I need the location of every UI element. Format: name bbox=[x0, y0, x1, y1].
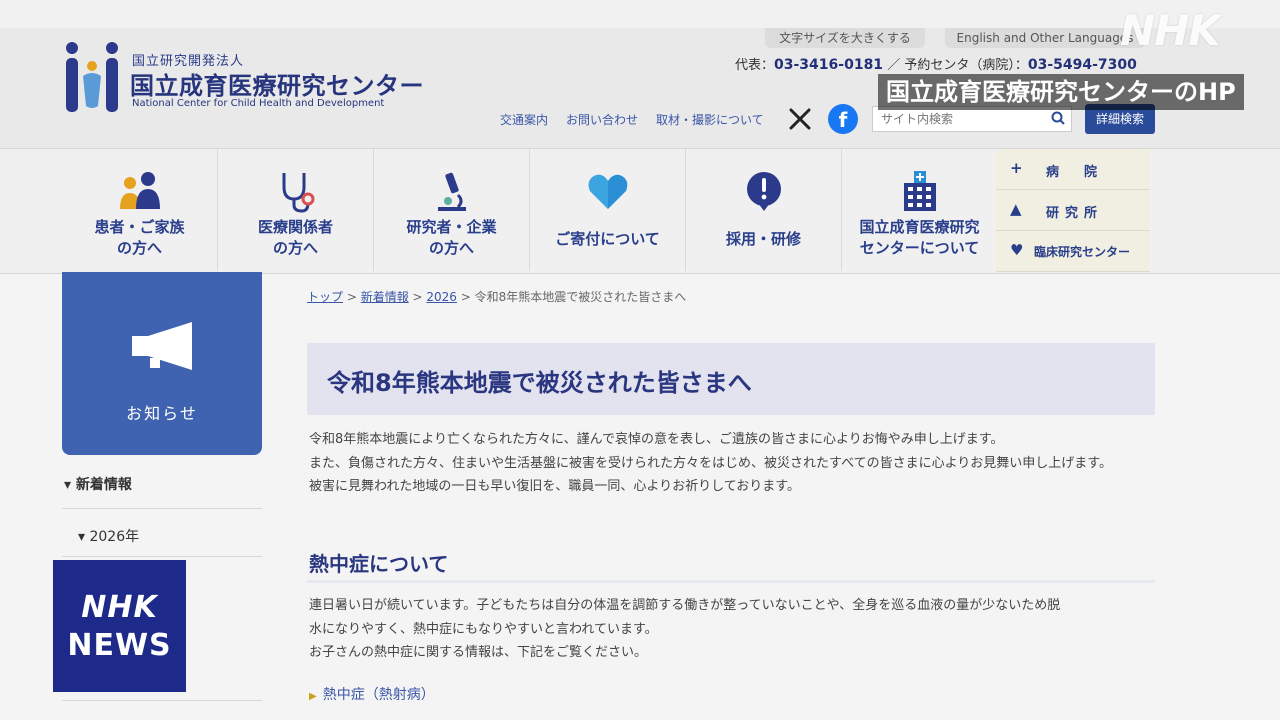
nav-label: 患者・ご家族 の方へ bbox=[94, 218, 185, 257]
nav-about[interactable]: 国立成育医療研究 センターについて bbox=[842, 149, 998, 271]
top-strip bbox=[0, 0, 1280, 28]
org-name: 国立成育医療研究センター bbox=[130, 72, 424, 100]
phone-reserve: 03-5494-7300 bbox=[1027, 57, 1137, 73]
nav-researchers[interactable]: 研究者・企業 の方へ bbox=[374, 149, 530, 271]
press-link[interactable]: 取材・撮影について bbox=[656, 111, 764, 128]
phone-numbers: 代表：03-3416-0181 ／ 予約センタ（病院）：03-5494-7300 bbox=[735, 54, 1137, 73]
nav-label: 研究者・企業 の方へ bbox=[406, 218, 497, 257]
facebook-icon[interactable]: f bbox=[828, 104, 858, 134]
nav-medical[interactable]: 医療関係者 の方へ bbox=[218, 149, 374, 271]
nhk-news-logo: NHK NEWS bbox=[53, 560, 186, 692]
divider bbox=[62, 700, 262, 701]
nav-donation[interactable]: ご寄付について bbox=[530, 149, 686, 271]
hospital-building-icon bbox=[903, 171, 936, 211]
breadcrumb-news[interactable]: 新着情報 bbox=[361, 290, 409, 304]
stethoscope-icon bbox=[282, 173, 314, 213]
nhk-watermark: NHK bbox=[1120, 6, 1221, 55]
section-heading: 熱中症について bbox=[309, 552, 449, 576]
nav-patients[interactable]: 患者・ご家族 の方へ bbox=[62, 149, 218, 271]
plus-icon: + bbox=[1010, 159, 1023, 177]
nav-institute[interactable]: ▲ 研究所 bbox=[996, 190, 1150, 231]
paragraph: 令和8年熊本地震により亡くなられた方々に、謹んで哀悼の意を表し、ご遺族の皆さまに… bbox=[309, 432, 1004, 447]
breadcrumb-year[interactable]: 2026 bbox=[426, 290, 457, 304]
phone-main-label: 代表： bbox=[735, 58, 775, 73]
heatstroke-link[interactable]: ▶ 熱中症（熱射病） bbox=[309, 684, 435, 704]
divider bbox=[62, 556, 262, 557]
breadcrumb-current: 令和8年熊本地震で被災された皆さまへ bbox=[474, 290, 687, 304]
article-body: 令和8年熊本地震により亡くなられた方々に、謹んで哀悼の意を表し、ご遺族の皆さまに… bbox=[309, 428, 1169, 499]
paragraph: 水になりやすく、熱中症にもなりやすいと言われています。 bbox=[309, 621, 658, 637]
notice-label: お知らせ bbox=[126, 404, 198, 423]
paragraph: 連日暑い日が続いています。子どもたちは自分の体温を調節する働きが整っていないこと… bbox=[309, 598, 1061, 613]
contact-link[interactable]: お問い合わせ bbox=[566, 111, 638, 128]
org-name-en: National Center for Child Health and Dev… bbox=[132, 98, 385, 109]
heart-small-icon: ♥ bbox=[1010, 241, 1024, 259]
heat-body: 連日暑い日が続いています。子どもたちは自分の体温を調節する働きが整っていないこと… bbox=[309, 594, 1169, 665]
triangle-icon: ▲ bbox=[1010, 200, 1022, 218]
nav-hospital[interactable]: + 病 院 bbox=[996, 149, 1150, 190]
megaphone-icon bbox=[132, 322, 192, 370]
tv-caption: 国立成育医療研究センターのHP bbox=[878, 74, 1244, 110]
font-size-button[interactable]: 文字サイズを大きくする bbox=[765, 28, 925, 48]
phone-main: 03-3416-0181 bbox=[774, 57, 884, 73]
access-link[interactable]: 交通案内 bbox=[500, 111, 548, 128]
nav-side-links: + 病 院 ▲ 研究所 ♥ 臨床研究センター bbox=[996, 149, 1150, 272]
exclamation-icon bbox=[746, 172, 781, 211]
search-input[interactable] bbox=[873, 107, 1057, 131]
breadcrumb-top[interactable]: トップ bbox=[307, 290, 343, 304]
paragraph: 被害に見舞われた地域の一日も早い復旧を、職員一同、心よりお祈りしております。 bbox=[309, 479, 801, 494]
paragraph: また、負傷された方々、住まいや生活基盤に被害を受けられた方々をはじめ、被災された… bbox=[309, 455, 1113, 471]
nav-clinical-research[interactable]: ♥ 臨床研究センター bbox=[996, 231, 1150, 272]
family-icon bbox=[119, 172, 160, 209]
global-nav: 患者・ご家族の方へ 医療関係者の方へ 研究者・企業の方へ ご寄付について bbox=[0, 148, 1280, 274]
sidebar-news[interactable]: ▾ 新着情報 bbox=[64, 474, 132, 494]
site-logo[interactable]: 国立研究開発法人 国立成育医療研究センター National Center fo… bbox=[62, 40, 432, 120]
logo-mark-icon bbox=[66, 42, 118, 112]
nav-label: ご寄付について bbox=[555, 230, 660, 248]
nav-recruit[interactable]: 採用・研修 bbox=[686, 149, 842, 271]
arrow-icon: ▶ bbox=[309, 691, 317, 702]
phone-sep: ／ 予約センタ（病院）： bbox=[887, 58, 1028, 73]
language-button[interactable]: English and Other Languages bbox=[945, 28, 1145, 48]
article-title: 令和8年熊本地震で被災された皆さまへ bbox=[327, 369, 752, 397]
sidebar-year[interactable]: ▾ 2026年 bbox=[78, 526, 139, 546]
microscope-icon bbox=[437, 172, 466, 211]
paragraph: お子さんの熱中症に関する情報は、下記をご覧ください。 bbox=[309, 645, 648, 660]
nav-label: 国立成育医療研究 センターについて bbox=[859, 218, 980, 257]
heart-icon bbox=[588, 174, 627, 209]
search-icon[interactable] bbox=[1051, 111, 1065, 125]
heading-underline bbox=[307, 580, 1155, 583]
nav-label: 採用・研修 bbox=[725, 230, 801, 248]
nav-label: 医療関係者 の方へ bbox=[257, 218, 333, 257]
x-icon[interactable] bbox=[788, 107, 812, 131]
notice-category[interactable]: お知らせ bbox=[62, 272, 262, 455]
breadcrumb: トップ > 新着情報 > 2026 > 令和8年熊本地震で被災された皆さまへ bbox=[307, 290, 687, 304]
divider bbox=[62, 508, 262, 509]
article-title-box: 令和8年熊本地震で被災された皆さまへ bbox=[307, 343, 1155, 415]
